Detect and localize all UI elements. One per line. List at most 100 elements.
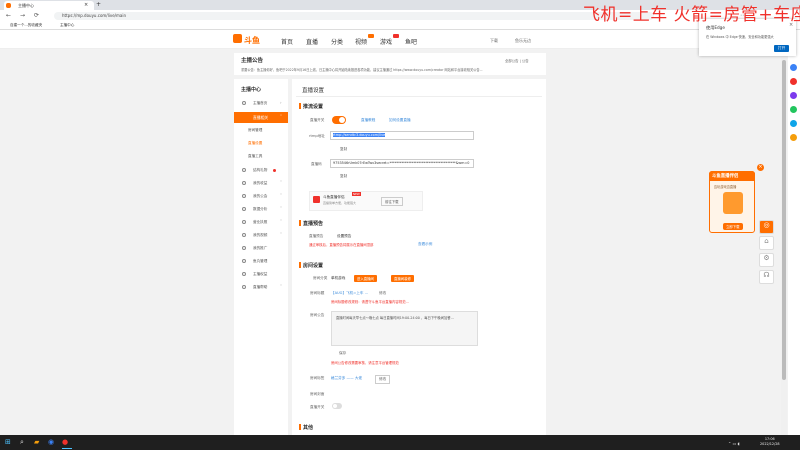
nav-category[interactable]: 分类 <box>331 37 343 46</box>
douyu-logo-icon[interactable] <box>233 34 242 43</box>
toggle-knob <box>339 117 345 123</box>
room-title-warning: 房间标题修改规则：请遵守斗鱼平台直播内容规范... <box>331 300 409 304</box>
app-icon <box>313 196 320 203</box>
nav-live[interactable]: 直播 <box>306 37 318 46</box>
reload-icon[interactable]: ⟳ <box>34 12 39 19</box>
promo-close-icon[interactable]: × <box>757 164 764 171</box>
rtmp-field[interactable]: rtmp://sendtc3.douyu.com/live <box>330 131 474 140</box>
float-tool-live-icon[interactable]: ◎ <box>759 220 774 234</box>
sidebar-item-label: 我的推广 <box>253 246 268 250</box>
divider <box>296 96 542 97</box>
bookmark-item[interactable]: 自建一个...的收藏夹 <box>10 23 42 28</box>
section-stream-heading: 推流设置 <box>303 104 324 110</box>
edge-shopping-icon[interactable] <box>790 78 797 85</box>
room-title-label: 房间标题 <box>310 291 325 295</box>
bookmark-item[interactable]: 主播中心 <box>60 23 74 28</box>
preview-value[interactable]: 设置预告 <box>337 234 351 239</box>
room-tag-edit-button[interactable]: 修改 <box>375 375 391 384</box>
sidebar-sub-room[interactable]: 房间管理 <box>248 128 262 133</box>
room-title-edit-button[interactable]: 修改 <box>379 291 386 296</box>
sidebar-item-label: 营业执照 <box>253 220 268 224</box>
edge-office-icon[interactable] <box>790 120 797 127</box>
copy-code-button[interactable]: 复制 <box>340 174 347 179</box>
edge-notification-button[interactable]: 打开 <box>774 45 790 52</box>
edge-notification-title: 使用Edge <box>706 25 725 30</box>
tab-close-icon[interactable]: × <box>84 2 88 8</box>
page-title: 直播设置 <box>302 88 325 94</box>
section-room-heading: 房间设置 <box>303 263 324 269</box>
announcement-more-link[interactable]: 全部公告 | 公告 <box>505 58 529 63</box>
edge-tools-icon[interactable] <box>790 92 797 99</box>
site-header <box>0 30 800 49</box>
taskbar-edge-icon[interactable]: ◉ <box>48 438 54 446</box>
download-link[interactable]: 下载 <box>490 38 498 44</box>
toggle-knob <box>333 404 337 408</box>
stream-code-label: 直播码 <box>311 162 322 166</box>
stream-setup-link[interactable]: 如何设置直播 <box>389 118 411 123</box>
decorate-room-button[interactable]: 直播间装修 <box>391 275 414 282</box>
float-tool-service-icon[interactable]: ☊ <box>759 270 774 284</box>
sidebar-item-label: 我的收益 <box>253 181 268 185</box>
group-icon <box>242 194 246 198</box>
edge-outlook-icon[interactable] <box>790 134 797 141</box>
chevron-up-icon: ˄ <box>280 114 282 119</box>
sidebar-sub-tools[interactable]: 直播工具 <box>248 154 262 159</box>
nav-fishbar[interactable]: 鱼吧 <box>405 37 417 46</box>
sidebar-title: 主播中心 <box>241 87 262 93</box>
wallet-icon <box>242 181 246 185</box>
chevron-down-icon: ˅ <box>280 206 282 211</box>
help-icon <box>242 285 246 289</box>
float-tool-share-icon[interactable]: ⚙ <box>759 253 774 267</box>
stream-code-field[interactable]: 9753546rUmk07rEwTwv3secret=*************… <box>330 159 474 168</box>
forward-icon[interactable]: → <box>20 12 25 19</box>
manage-icon <box>242 259 246 263</box>
nav-video[interactable]: 视频 <box>355 37 367 46</box>
edge-games-icon[interactable] <box>790 106 797 113</box>
rtmp-value: rtmp://sendtc3.douyu.com/live <box>333 133 386 137</box>
sidebar-item-label: 结构礼物 <box>253 168 268 172</box>
nav-home[interactable]: 首页 <box>281 37 293 46</box>
copy-rtmp-button[interactable]: 复制 <box>340 147 347 152</box>
promo-download-button[interactable]: 立即下载 <box>723 223 743 230</box>
taskbar-explorer-icon[interactable]: ▰ <box>34 438 39 446</box>
sidebar-item-label: 直播相关 <box>253 115 269 120</box>
chart-icon <box>242 207 246 211</box>
edge-notification-text: 在 Windows 中 Edge 快速，安全和功能更强大 <box>706 35 774 39</box>
chevron-down-icon: ˅ <box>280 284 282 289</box>
preview-example-link[interactable]: 查看示例 <box>418 242 432 247</box>
nav-games[interactable]: 游戏 <box>380 37 392 46</box>
browser-tab[interactable]: 主播中心 <box>4 1 94 10</box>
nav-badge-icon <box>368 34 374 38</box>
edge-search-icon[interactable] <box>790 64 797 71</box>
url-field[interactable]: https://mp.douyu.com/live/main <box>54 12 654 20</box>
user-menu[interactable]: 鱼乐无边 <box>515 38 531 44</box>
taskbar-search-icon[interactable]: ⌕ <box>20 438 24 447</box>
red-dot-icon <box>273 169 276 172</box>
sidebar-item-label: 我的视频 <box>253 233 268 237</box>
chevron-down-icon: ˅ <box>280 193 282 198</box>
room-switch-label: 直播开关 <box>310 405 325 409</box>
new-tab-icon[interactable]: + <box>96 1 101 8</box>
section-marker <box>299 103 301 109</box>
edge-sidebar <box>788 30 800 435</box>
tray-icons[interactable]: ⌃ ▭ ◖ <box>728 441 740 446</box>
taskbar-app-icon[interactable]: ● <box>62 438 68 446</box>
room-notice-save-button[interactable]: 保存 <box>339 351 346 356</box>
windows-start-icon[interactable]: ⊞ <box>5 438 11 446</box>
stream-tutorial-link[interactable]: 直播教程 <box>361 118 375 123</box>
site-logo[interactable]: 斗鱼 <box>244 35 276 48</box>
scrollbar-thumb[interactable] <box>782 60 786 380</box>
stream-overlay-text: 飞机=上车 火箭=房管+车座 <box>583 5 800 25</box>
back-icon[interactable]: ← <box>6 12 11 19</box>
taskbar-clock[interactable]: 17:06 2022/12/28 <box>760 437 780 446</box>
room-notice-textarea[interactable]: 直播时间每天早七点～晚七点 每日直播时间19:00-24:00 ，每日下午晚间加… <box>331 311 478 346</box>
stream-toggle-label: 直播开关 <box>310 118 325 122</box>
active-app-indicator <box>62 448 72 449</box>
sidebar-item-label: 我的公会 <box>253 194 268 198</box>
float-tool-home-icon[interactable]: ⌂ <box>759 236 774 250</box>
tab-favicon-icon <box>6 3 11 8</box>
sidebar-sub-live-settings[interactable]: 直播设置 <box>248 141 262 146</box>
enter-room-button[interactable]: 进入直播间 <box>354 275 377 282</box>
app-title: 斗鱼直播伴侣 <box>323 195 345 199</box>
app-download-button[interactable]: 前往下载 <box>381 197 403 206</box>
